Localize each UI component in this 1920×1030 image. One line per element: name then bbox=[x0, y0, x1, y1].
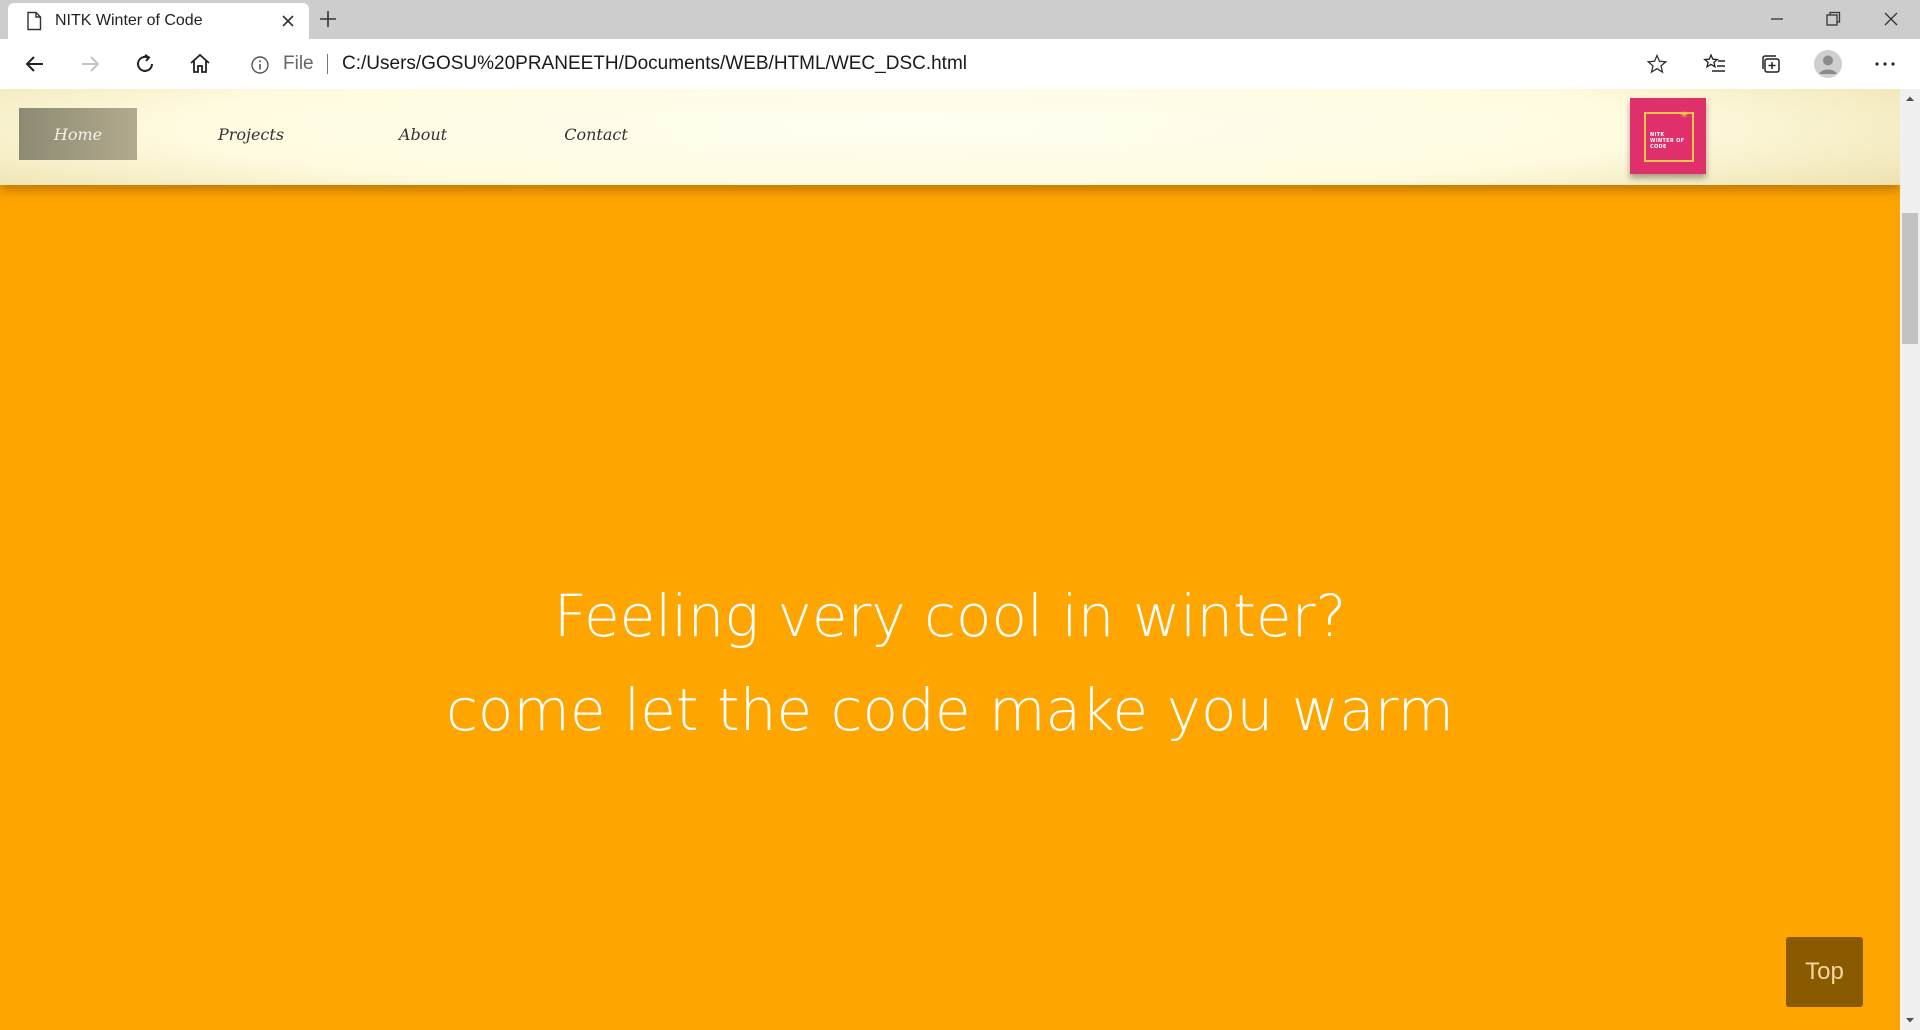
hero-line-2: come let the code make you warm bbox=[446, 676, 1454, 744]
page-scrollbar[interactable] bbox=[1900, 89, 1920, 1030]
tab-close-icon[interactable] bbox=[279, 12, 297, 30]
refresh-icon[interactable] bbox=[132, 51, 158, 77]
address-separator bbox=[327, 54, 328, 74]
forward-arrow-icon[interactable] bbox=[77, 51, 103, 77]
hero-line-1: Feeling very cool in winter? bbox=[553, 582, 1347, 650]
hero-text: Feeling very cool in winter? come let th… bbox=[0, 569, 1900, 757]
site-logo[interactable]: ✳ NITK WINTER OF CODE bbox=[1630, 98, 1706, 174]
favorites-icon[interactable] bbox=[1702, 51, 1728, 77]
star-icon[interactable] bbox=[1646, 53, 1668, 75]
back-arrow-icon[interactable] bbox=[22, 51, 48, 77]
collections-icon[interactable] bbox=[1758, 51, 1784, 77]
browser-tab[interactable]: NITK Winter of Code bbox=[8, 3, 309, 39]
document-icon bbox=[27, 11, 42, 31]
scrollbar-thumb[interactable] bbox=[1902, 213, 1918, 344]
page-viewport: Home Projects About Contact ✳ NITK WINTE… bbox=[0, 89, 1900, 1030]
new-tab-icon[interactable] bbox=[318, 9, 338, 29]
back-to-top-button[interactable]: Top bbox=[1786, 937, 1863, 1007]
browser-tab-strip: NITK Winter of Code bbox=[0, 0, 1920, 39]
site-navbar: Home Projects About Contact ✳ NITK WINTE… bbox=[0, 89, 1900, 185]
address-bar[interactable]: File C:/Users/GOSU%20PRANEETH/Documents/… bbox=[236, 45, 1680, 83]
snowflake-icon: ✳ bbox=[1680, 110, 1689, 121]
nav-projects[interactable]: Projects bbox=[192, 108, 310, 160]
more-icon[interactable] bbox=[1872, 51, 1898, 77]
close-window-icon[interactable] bbox=[1880, 8, 1902, 30]
nav-home[interactable]: Home bbox=[19, 108, 137, 160]
scroll-up-arrow-icon[interactable] bbox=[1904, 93, 1916, 105]
tab-title: NITK Winter of Code bbox=[55, 12, 203, 29]
nav-contact[interactable]: Contact bbox=[537, 108, 655, 160]
url-text[interactable]: C:/Users/GOSU%20PRANEETH/Documents/WEB/H… bbox=[342, 53, 967, 75]
browser-toolbar: File C:/Users/GOSU%20PRANEETH/Documents/… bbox=[0, 39, 1920, 90]
scroll-down-arrow-icon[interactable] bbox=[1904, 1014, 1916, 1026]
minimize-icon[interactable] bbox=[1766, 8, 1788, 30]
logo-text: NITK WINTER OF CODE bbox=[1650, 132, 1685, 150]
scheme-label: File bbox=[283, 53, 314, 74]
profile-icon[interactable] bbox=[1813, 49, 1843, 79]
nav-about[interactable]: About bbox=[364, 108, 482, 160]
home-icon[interactable] bbox=[187, 51, 213, 77]
restore-icon[interactable] bbox=[1822, 8, 1844, 30]
info-icon[interactable] bbox=[250, 55, 270, 75]
